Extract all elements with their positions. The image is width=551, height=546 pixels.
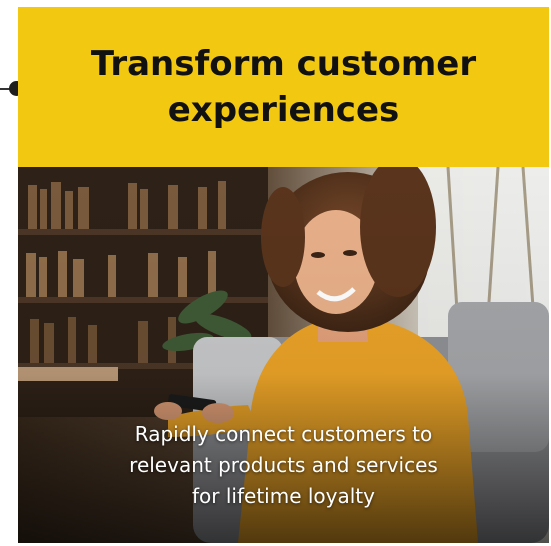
card-caption: Rapidly connect customers to relevant pr… [18, 419, 549, 512]
slide-canvas: Transform customer experiences Rapidly c… [0, 0, 551, 546]
caption-line-3: for lifetime loyalty [192, 484, 375, 508]
card-title-line-1: Transform customer [90, 44, 477, 84]
caption-line-2: relevant products and services [129, 453, 438, 477]
card-title: Transform customer experiences [64, 41, 504, 133]
card-header: Transform customer experiences [18, 7, 549, 167]
feature-card: Transform customer experiences Rapidly c… [18, 7, 549, 543]
caption-line-1: Rapidly connect customers to [134, 422, 433, 446]
card-title-line-2: experiences [167, 90, 400, 130]
